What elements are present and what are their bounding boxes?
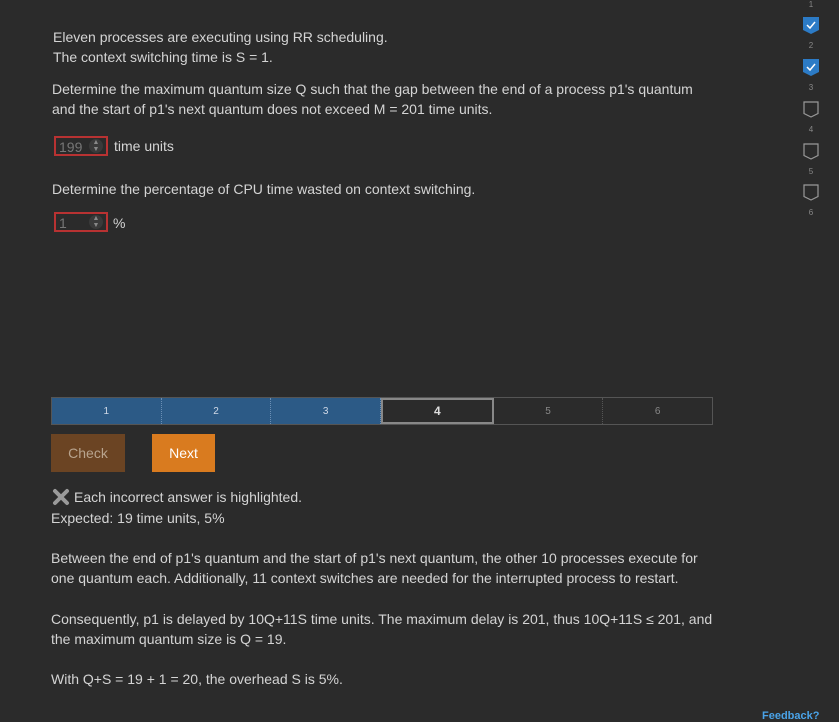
question-2-text: Determine the percentage of CPU time was… xyxy=(52,181,476,197)
sidebar-level-number: 5 xyxy=(808,167,814,176)
incorrect-message: Each incorrect answer is highlighted. xyxy=(74,489,303,505)
level-segment-4-current[interactable]: 4 xyxy=(381,398,494,424)
sidebar-level-number: 4 xyxy=(808,125,814,134)
quantum-answer-value: 199 xyxy=(59,139,83,155)
spinner-arrows-icon[interactable]: ▲ ▼ xyxy=(89,139,103,153)
level-segment-2[interactable]: 2 xyxy=(161,398,272,424)
level-segment-5[interactable]: 5 xyxy=(493,398,604,424)
completed-level-check-icon[interactable] xyxy=(803,17,819,34)
feedback-link[interactable]: Feedback? xyxy=(762,710,819,722)
expected-answer: Expected: 19 time units, 5% xyxy=(51,510,225,526)
incomplete-level-icon[interactable] xyxy=(803,184,819,201)
level-progress-bar: 1 2 3 4 5 6 xyxy=(51,397,713,425)
incomplete-level-icon[interactable] xyxy=(803,101,819,118)
explanation-3: With Q+S = 19 + 1 = 20, the overhead S i… xyxy=(51,671,343,687)
sidebar-level-number: 1 xyxy=(808,0,814,9)
intro-line-2: The context switching time is S = 1. xyxy=(53,49,273,65)
overhead-answer-input[interactable]: 1 ▲ ▼ xyxy=(54,212,108,232)
percent-unit-label: % xyxy=(113,215,126,231)
next-button[interactable]: Next xyxy=(152,434,215,472)
completed-level-check-icon[interactable] xyxy=(803,59,819,76)
spinner-arrows-icon[interactable]: ▲ ▼ xyxy=(89,215,103,229)
intro-line-1: Eleven processes are executing using RR … xyxy=(53,29,388,45)
close-x-icon xyxy=(52,488,70,506)
overhead-answer-value: 1 xyxy=(59,215,67,231)
explanation-1-line-1: Between the end of p1's quantum and the … xyxy=(51,550,698,566)
quantum-answer-input[interactable]: 199 ▲ ▼ xyxy=(54,136,108,156)
explanation-1-line-2: one quantum each. Additionally, 11 conte… xyxy=(51,570,679,586)
level-segment-3[interactable]: 3 xyxy=(271,398,382,424)
check-button[interactable]: Check xyxy=(51,434,125,472)
sidebar-level-number: 3 xyxy=(808,83,814,92)
quantum-unit-label: time units xyxy=(114,138,174,154)
question-1-line-2: and the start of p1's next quantum does … xyxy=(52,101,493,117)
sidebar-level-number: 6 xyxy=(808,208,814,217)
explanation-2-line-1: Consequently, p1 is delayed by 10Q+11S t… xyxy=(51,611,713,627)
incomplete-level-icon[interactable] xyxy=(803,143,819,160)
sidebar-level-number: 2 xyxy=(808,41,814,50)
question-1-line-1: Determine the maximum quantum size Q suc… xyxy=(52,81,693,97)
level-segment-1[interactable]: 1 xyxy=(52,398,162,424)
level-segment-6[interactable]: 6 xyxy=(603,398,713,424)
explanation-2-line-2: the maximum quantum size is Q = 19. xyxy=(51,631,287,647)
